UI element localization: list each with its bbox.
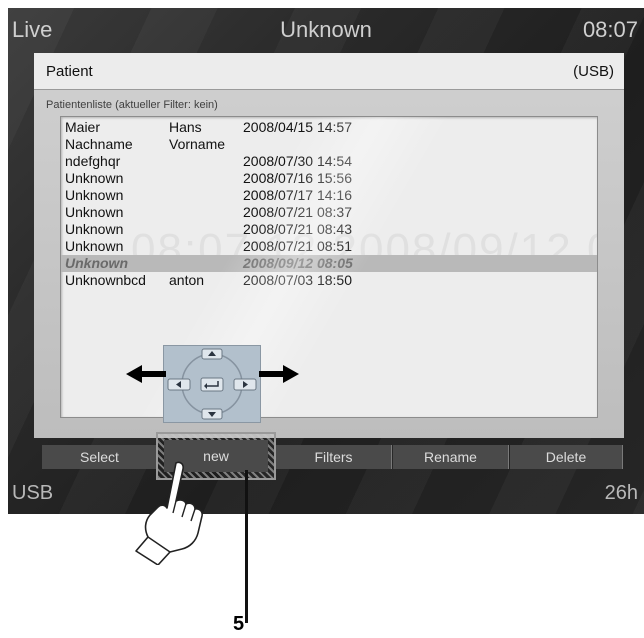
top-status-bar: Live Unknown 08:07 — [8, 8, 644, 46]
patient-row-lastname: Maier — [65, 119, 101, 135]
patient-row-date: 2008/07/17 14:16 — [243, 187, 352, 203]
navigation-pad-icon[interactable] — [163, 345, 261, 423]
patient-row-date: 2008/09/12 08:05 — [243, 255, 353, 271]
current-patient-label: Unknown — [280, 17, 372, 42]
patient-row-firstname: anton — [169, 272, 205, 288]
patient-row-date: 2008/07/16 15:56 — [243, 170, 352, 186]
patient-row-lastname: Nachname — [65, 136, 133, 152]
patient-row[interactable]: Unknown 2008/09/12 08:05 — [61, 255, 597, 272]
clock: 08:07 — [582, 17, 638, 42]
patient-row-lastname: Unknown — [65, 187, 124, 203]
patient-row[interactable]: Maier Hans 2008/04/15 14:57 — [61, 119, 597, 136]
patient-row[interactable]: Unknown 2008/07/21 08:43 — [61, 221, 597, 238]
patient-list-caption: Patientenliste (aktueller Filter: kein) — [46, 99, 218, 111]
callout-line — [245, 470, 248, 623]
patient-panel: Patient (USB) Patientenliste (aktueller … — [34, 53, 624, 438]
patient-row[interactable]: Unknown 2008/07/21 08:51 — [61, 238, 597, 255]
patient-row-lastname: Unknown — [65, 255, 128, 271]
arrow-right-icon — [259, 365, 299, 383]
rename-button[interactable]: Rename — [393, 445, 509, 469]
patient-row[interactable]: Nachname Vorname — [61, 136, 597, 153]
patient-row-date: 2008/07/21 08:43 — [243, 221, 352, 237]
patient-row-lastname: Unknownbcd — [65, 272, 146, 288]
patient-row-firstname: Hans — [169, 119, 202, 135]
delete-button[interactable]: Delete — [510, 445, 623, 469]
bottom-status-bar: USB 26h — [8, 472, 644, 512]
patient-row-date: 2008/04/15 14:57 — [243, 119, 352, 135]
patient-row-lastname: Unknown — [65, 238, 124, 254]
device-screen: Live Unknown 08:07 Patient (USB) Patient… — [8, 8, 644, 514]
patient-row[interactable]: ndefghqr 2008/07/30 14:54 — [61, 153, 597, 170]
patient-row-date: 2008/07/21 08:51 — [243, 238, 352, 254]
callout-number: 5 — [233, 613, 245, 635]
patient-row-firstname: Vorname — [169, 136, 226, 152]
patient-row[interactable]: Unknownbcd anton 2008/07/03 18:50 — [61, 272, 597, 289]
patient-row-lastname: Unknown — [65, 221, 124, 237]
patient-row[interactable]: Unknown 2008/07/21 08:37 — [61, 204, 597, 221]
remaining-time: 26h — [604, 482, 638, 504]
patient-row[interactable]: Unknown 2008/07/16 15:56 — [61, 170, 597, 187]
patient-row-lastname: Unknown — [65, 204, 124, 220]
patient-row-date: 2008/07/21 08:37 — [243, 204, 352, 220]
panel-header: Patient (USB) — [34, 53, 624, 90]
pointing-hand-icon — [135, 461, 203, 565]
filters-button[interactable]: Filters — [276, 445, 392, 469]
panel-title: Patient — [46, 63, 93, 80]
storage-media-label: USB — [12, 482, 54, 504]
storage-source: (USB) — [573, 63, 614, 80]
patient-row-date: 2008/07/30 14:54 — [243, 153, 352, 169]
patient-row-lastname: ndefghqr — [65, 153, 121, 169]
patient-row-date: 2008/07/03 18:50 — [243, 272, 352, 288]
patient-row-lastname: Unknown — [65, 170, 124, 186]
patient-row[interactable]: Unknown 2008/07/17 14:16 — [61, 187, 597, 204]
arrow-left-icon — [126, 365, 166, 383]
